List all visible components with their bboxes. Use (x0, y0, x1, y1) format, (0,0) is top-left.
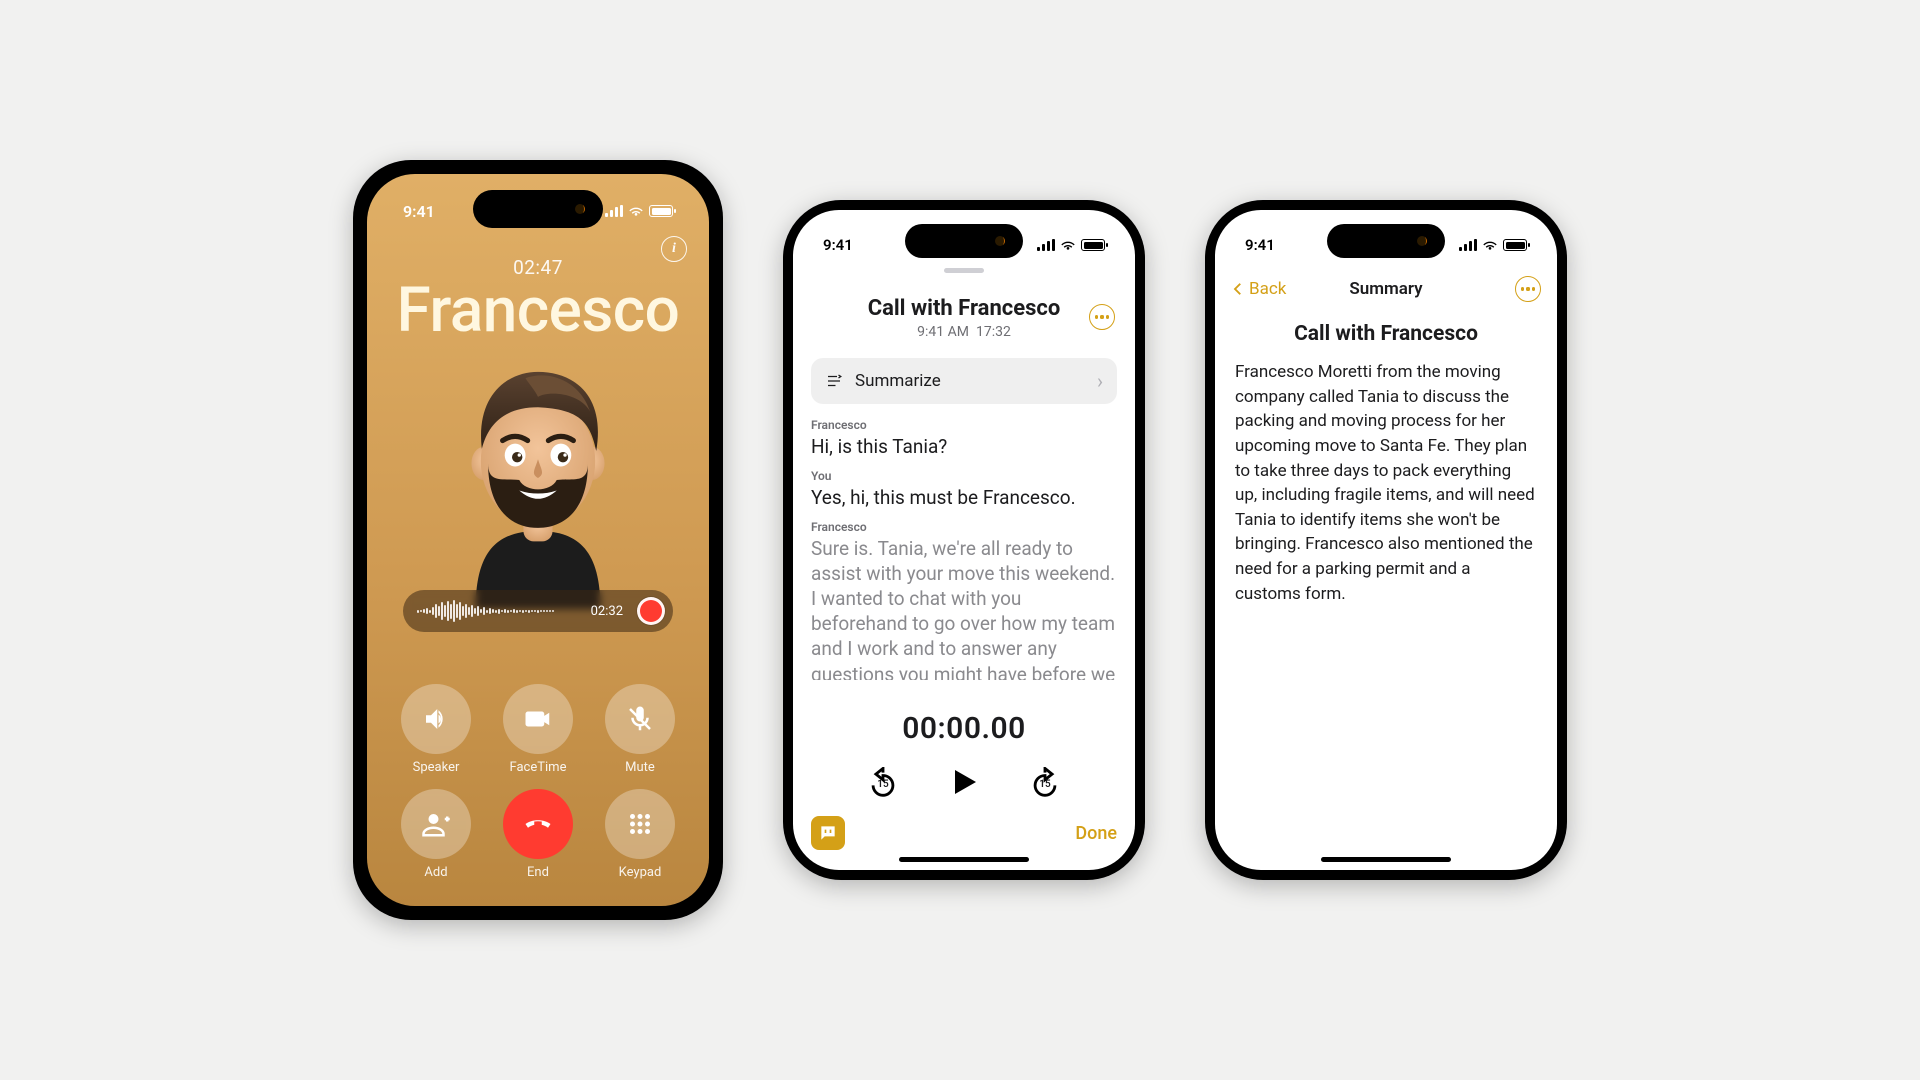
recording-time: 02:32 (591, 604, 623, 619)
phone-summary: 9:41 Back Summary Call with Francesco Fr… (1205, 200, 1567, 880)
play-button[interactable] (946, 764, 982, 804)
done-button[interactable]: Done (1075, 823, 1117, 844)
phone-call: 9:41 i 02:47 Francesco (353, 160, 723, 920)
transcript-title: Call with Francesco (793, 296, 1135, 321)
cellular-icon (1459, 239, 1477, 251)
transcript-message: Francesco Sure is. Tania, we're all read… (811, 520, 1117, 680)
dynamic-island (905, 224, 1023, 258)
cellular-icon (605, 205, 623, 217)
battery-icon (649, 205, 673, 217)
dynamic-island (473, 190, 603, 228)
battery-icon (1081, 239, 1105, 251)
facetime-label: FaceTime (510, 760, 567, 775)
summarize-icon (825, 372, 843, 390)
audio-waveform-icon (417, 600, 581, 622)
add-call-button[interactable] (401, 789, 471, 859)
sheet-grabber[interactable] (944, 268, 984, 273)
summary-body: Francesco Moretti from the moving compan… (1235, 360, 1537, 606)
more-options-button[interactable] (1515, 276, 1541, 302)
status-time: 9:41 (1245, 236, 1275, 254)
add-label: Add (424, 865, 447, 880)
keypad-button[interactable] (605, 789, 675, 859)
status-time: 9:41 (823, 236, 853, 254)
transcript-subtitle: 9:41 AM 17:32 (793, 324, 1135, 340)
phone-transcript: 9:41 Call with Francesco 9:41 AM 17:32 S… (783, 200, 1145, 880)
playback-time: 00:00.00 (902, 711, 1026, 746)
home-indicator[interactable] (1321, 857, 1451, 862)
summary-title: Call with Francesco (1215, 322, 1557, 346)
transcript-message: Francesco Hi, is this Tania? (811, 418, 1117, 459)
wifi-icon (1060, 237, 1076, 253)
end-call-button[interactable] (503, 789, 573, 859)
summarize-label: Summarize (855, 371, 1085, 391)
speaker-label: Speaker (413, 760, 460, 775)
wifi-icon (1482, 237, 1498, 253)
recording-indicator: 02:32 (403, 590, 673, 632)
caller-name: Francesco (367, 274, 709, 347)
keypad-label: Keypad (619, 865, 662, 880)
chevron-right-icon: › (1097, 369, 1103, 393)
transcript-message: You Yes, hi, this must be Francesco. (811, 469, 1117, 510)
speaker-button[interactable] (401, 684, 471, 754)
battery-icon (1503, 239, 1527, 251)
cellular-icon (1037, 239, 1055, 251)
back-button[interactable]: Back (1229, 279, 1286, 299)
mute-label: Mute (625, 760, 655, 775)
summarize-button[interactable]: Summarize › (811, 358, 1117, 404)
facetime-button[interactable] (503, 684, 573, 754)
chevron-left-icon (1229, 280, 1247, 298)
dynamic-island (1327, 224, 1445, 258)
transcript-body[interactable]: Francesco Hi, is this Tania? You Yes, hi… (811, 418, 1117, 680)
skip-forward-15-button[interactable]: 15 (1028, 767, 1062, 801)
status-time: 9:41 (403, 202, 435, 221)
wifi-icon (628, 203, 644, 219)
mute-button[interactable] (605, 684, 675, 754)
transcript-quotes-button[interactable] (811, 816, 845, 850)
nav-title: Summary (1349, 279, 1422, 299)
home-indicator[interactable] (899, 857, 1029, 862)
end-label: End (527, 865, 549, 880)
contact-memoji (433, 349, 643, 609)
stop-recording-button[interactable] (637, 597, 665, 625)
skip-back-15-button[interactable]: 15 (866, 767, 900, 801)
